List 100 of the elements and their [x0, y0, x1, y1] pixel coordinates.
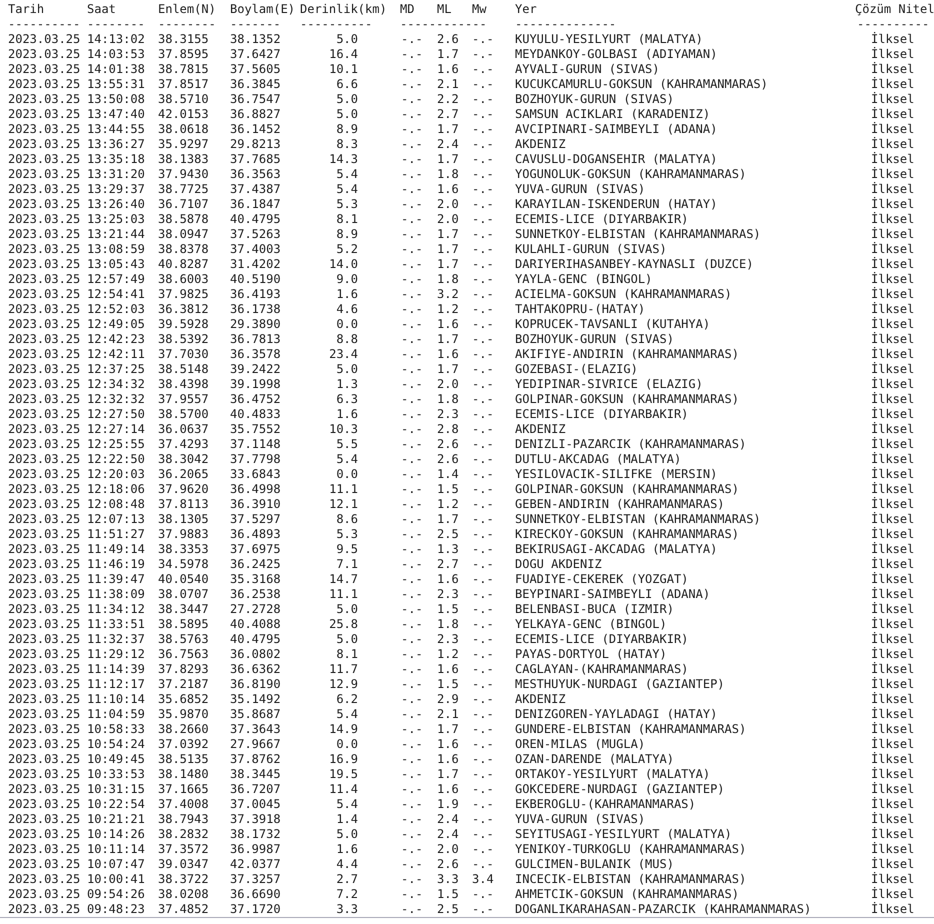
md-text: -.- — [401, 407, 423, 422]
longitude-text: 36.3845 — [230, 77, 281, 92]
date-text: 2023.03.25 — [8, 677, 80, 692]
depth-text: 5.0 — [336, 827, 358, 842]
solution-text: İlksel — [871, 812, 914, 827]
mw-text: -.- — [472, 782, 494, 797]
md-text: -.- — [401, 317, 423, 332]
date-text: 2023.03.25 — [8, 632, 80, 647]
longitude-text: 36.7813 — [230, 332, 281, 347]
solution-text: İlksel — [871, 32, 914, 47]
ml-text: 1.4 — [437, 467, 459, 482]
date-text: 2023.03.25 — [8, 62, 80, 77]
latitude-text: 39.0347 — [158, 857, 209, 872]
solution-text: İlksel — [871, 467, 914, 482]
latitude-text: 37.0392 — [158, 737, 209, 752]
mw-text: -.- — [472, 887, 494, 902]
date-text: 2023.03.25 — [8, 737, 80, 752]
location-text: YEDIPINAR-SIVRICE (ELAZIG) — [515, 377, 703, 392]
date-text: 2023.03.25 — [8, 722, 80, 737]
longitude-text: 37.3643 — [230, 722, 281, 737]
time-text: 12:20:03 — [87, 467, 145, 482]
mw-text: -.- — [472, 47, 494, 62]
mw-text: -.- — [472, 92, 494, 107]
time-text: 12:42:11 — [87, 347, 145, 362]
date-text: 2023.03.25 — [8, 347, 80, 362]
column-underline: ------- — [230, 17, 281, 32]
md-text: -.- — [401, 827, 423, 842]
mw-text: -.- — [472, 647, 494, 662]
md-text: -.- — [401, 107, 423, 122]
ml-text: 1.7 — [437, 257, 459, 272]
latitude-text: 38.3042 — [158, 452, 209, 467]
ml-text: 2.7 — [437, 557, 459, 572]
date-text: 2023.03.25 — [8, 647, 80, 662]
mw-text: -.- — [472, 287, 494, 302]
mw-text: -.- — [472, 392, 494, 407]
depth-text: 5.0 — [336, 362, 358, 377]
longitude-text: 36.3910 — [230, 497, 281, 512]
longitude-text: 29.3890 — [230, 317, 281, 332]
depth-text: 14.7 — [329, 572, 358, 587]
solution-text: İlksel — [871, 92, 914, 107]
mw-text: -.- — [472, 317, 494, 332]
location-text: AHMETCIK-GOKSUN (KAHRAMANMARAS) — [515, 887, 739, 902]
ml-text: 1.5 — [437, 482, 459, 497]
latitude-text: 38.1383 — [158, 152, 209, 167]
mw-text: -.- — [472, 902, 494, 917]
ml-text: 1.8 — [437, 167, 459, 182]
md-text: -.- — [401, 332, 423, 347]
ml-text: 1.9 — [437, 797, 459, 812]
latitude-text: 37.7030 — [158, 347, 209, 362]
md-text: -.- — [401, 212, 423, 227]
location-text: DENIZLI-PAZARCIK (KAHRAMANMARAS) — [515, 437, 746, 452]
location-text: KULAHLI-GURUN (SIVAS) — [515, 242, 667, 257]
mw-text: -.- — [472, 692, 494, 707]
depth-text: 7.1 — [336, 557, 358, 572]
md-text: -.- — [401, 872, 423, 887]
time-text: 11:04:59 — [87, 707, 145, 722]
date-text: 2023.03.25 — [8, 857, 80, 872]
longitude-text: 36.1738 — [230, 302, 281, 317]
longitude-text: 36.9987 — [230, 842, 281, 857]
date-text: 2023.03.25 — [8, 107, 80, 122]
latitude-text: 36.7563 — [158, 647, 209, 662]
time-text: 13:47:40 — [87, 107, 145, 122]
mw-text: -.- — [472, 557, 494, 572]
date-text: 2023.03.25 — [8, 362, 80, 377]
time-text: 12:42:23 — [87, 332, 145, 347]
solution-text: İlksel — [871, 512, 914, 527]
depth-text: 14.9 — [329, 722, 358, 737]
date-text: 2023.03.25 — [8, 752, 80, 767]
depth-text: 4.6 — [336, 302, 358, 317]
time-text: 12:22:50 — [87, 452, 145, 467]
mw-text: -.- — [472, 452, 494, 467]
ml-text: 1.6 — [437, 737, 459, 752]
depth-text: 1.4 — [336, 812, 358, 827]
depth-heading: Derinlik(km) — [300, 2, 387, 17]
location-text: BOZHOYUK-GURUN (SIVAS) — [515, 332, 674, 347]
location-text: YELKAYA-GENC (BINGOL) — [515, 617, 667, 632]
mw-heading: Mw — [472, 2, 486, 17]
time-text: 13:21:44 — [87, 227, 145, 242]
latitude-text: 37.8595 — [158, 47, 209, 62]
ml-text: 1.7 — [437, 767, 459, 782]
md-text: -.- — [401, 182, 423, 197]
solution-text: İlksel — [871, 242, 914, 257]
depth-text: 6.2 — [336, 692, 358, 707]
depth-text: 5.3 — [336, 197, 358, 212]
longitude-text: 38.3445 — [230, 767, 281, 782]
location-text: YAYLA-GENC (BINGOL) — [515, 272, 652, 287]
longitude-text: 27.9667 — [230, 737, 281, 752]
solution-text: İlksel — [871, 257, 914, 272]
latitude-text: 38.5710 — [158, 92, 209, 107]
date-text: 2023.03.25 — [8, 527, 80, 542]
latitude-text: 37.8293 — [158, 662, 209, 677]
date-text: 2023.03.25 — [8, 662, 80, 677]
longitude-text: 37.0045 — [230, 797, 281, 812]
longitude-text: 36.3578 — [230, 347, 281, 362]
time-text: 12:52:03 — [87, 302, 145, 317]
ml-text: 1.8 — [437, 392, 459, 407]
md-text: -.- — [401, 242, 423, 257]
location-text: SAMSUN ACIKLARI (KARADENIZ) — [515, 107, 710, 122]
solution-text: İlksel — [871, 572, 914, 587]
depth-text: 9.0 — [336, 272, 358, 287]
